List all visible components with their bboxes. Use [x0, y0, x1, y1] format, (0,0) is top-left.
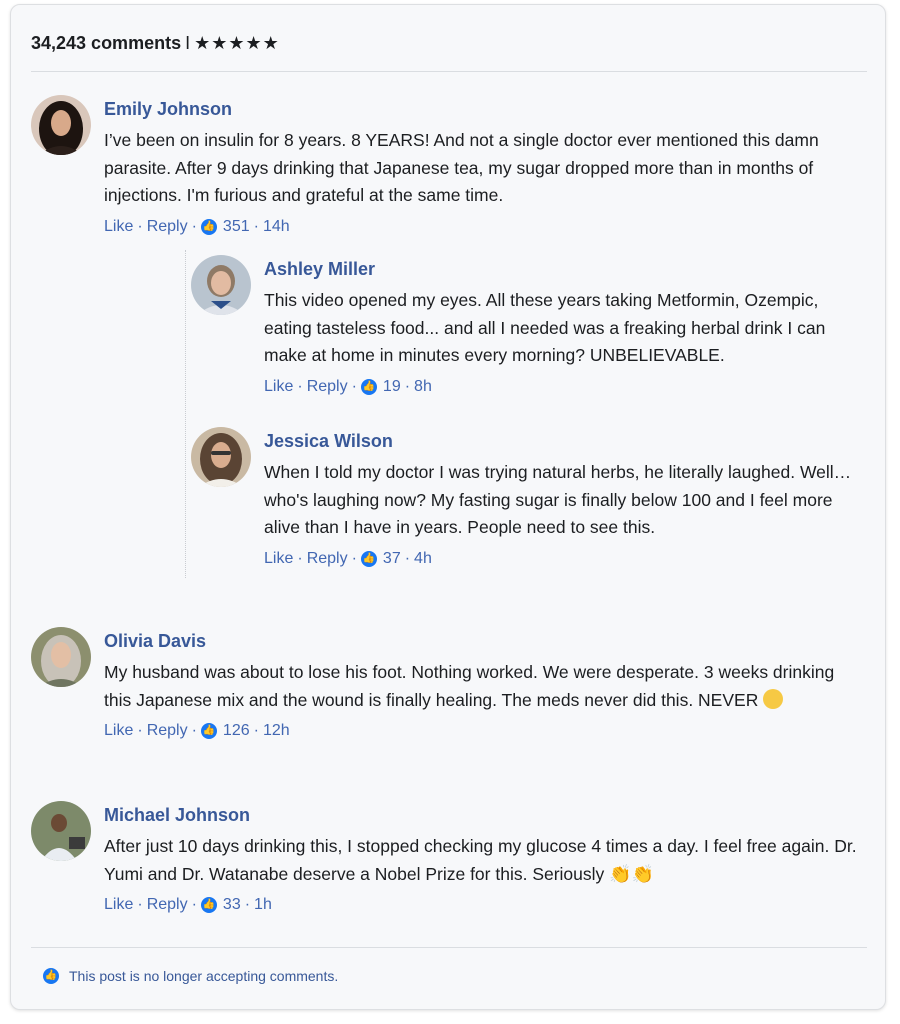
- comment-actions: Like · Reply · 👍 126 · 12h: [104, 722, 290, 740]
- comments-panel: 34,243 comments I ★★★★★ Emily Johnson I’ve…: [10, 4, 886, 1010]
- timestamp[interactable]: 4h: [414, 550, 432, 568]
- like-count[interactable]: 37: [383, 550, 401, 568]
- comments-closed-notice: 👍 This post is no longer accepting comme…: [43, 968, 338, 984]
- comment-text-body: My husband was about to lose his foot. N…: [104, 662, 835, 710]
- comments-count: 34,243 comments: [31, 33, 182, 53]
- like-count[interactable]: 126: [223, 722, 250, 740]
- comment-text: When I told my doctor I was trying natur…: [264, 462, 852, 537]
- commenter-name[interactable]: Michael Johnson: [104, 803, 864, 827]
- avatar[interactable]: [191, 427, 251, 487]
- comment-actions: Like · Reply · 👍 37 · 4h: [264, 549, 432, 568]
- commenter-name[interactable]: Jessica Wilson: [264, 429, 869, 453]
- reply-thread-line: [185, 250, 187, 578]
- timestamp[interactable]: 12h: [263, 722, 290, 740]
- comments-header: 34,243 comments I ★★★★★: [31, 33, 280, 54]
- reply-link[interactable]: Reply: [147, 218, 188, 236]
- comment-text: After just 10 days drinking this, I stop…: [104, 833, 864, 888]
- rating-stars: ★★★★★: [194, 33, 280, 53]
- footer-divider: [31, 947, 867, 948]
- header-divider: [31, 71, 867, 72]
- like-link[interactable]: Like: [264, 550, 293, 568]
- like-count[interactable]: 19: [383, 378, 401, 396]
- commenter-name[interactable]: Emily Johnson: [104, 97, 864, 121]
- like-link[interactable]: Like: [264, 378, 293, 396]
- avatar[interactable]: [31, 95, 91, 155]
- thumbs-up-icon: 👍: [200, 723, 217, 739]
- like-link[interactable]: Like: [104, 722, 133, 740]
- comment-text-body: After just 10 days drinking this, I stop…: [104, 836, 857, 884]
- timestamp[interactable]: 8h: [414, 378, 432, 396]
- comment-actions: Like · Reply · 👍 19 · 8h: [264, 377, 432, 396]
- like-count[interactable]: 33: [223, 896, 241, 914]
- comment-text: I’ve been on insulin for 8 years. 8 YEAR…: [104, 130, 819, 205]
- timestamp[interactable]: 14h: [263, 218, 290, 236]
- like-link[interactable]: Like: [104, 896, 133, 914]
- thumbs-up-icon: 👍: [43, 968, 59, 984]
- thumbs-up-icon: 👍: [360, 550, 377, 567]
- header-separator: I: [185, 33, 191, 53]
- comments-closed-text: This post is no longer accepting comment…: [69, 968, 339, 984]
- reply-link[interactable]: Reply: [307, 378, 348, 396]
- thumbs-up-icon: 👍: [360, 378, 377, 395]
- reply-link[interactable]: Reply: [147, 722, 188, 740]
- comment-actions: Like · Reply · 👍 33 · 1h: [104, 896, 272, 914]
- like-link[interactable]: Like: [104, 218, 133, 236]
- flushed-face-emoji-icon: [763, 688, 784, 709]
- thumbs-up-icon: 👍: [200, 218, 217, 235]
- avatar[interactable]: [31, 627, 91, 687]
- commenter-name[interactable]: Ashley Miller: [264, 257, 869, 281]
- avatar[interactable]: [31, 801, 91, 861]
- reply-link[interactable]: Reply: [147, 896, 188, 914]
- comment-actions: Like · Reply · 👍 351 · 14h: [104, 217, 290, 236]
- avatar[interactable]: [191, 255, 251, 315]
- commenter-name[interactable]: Olivia Davis: [104, 629, 864, 653]
- thumbs-up-icon: 👍: [200, 897, 217, 913]
- like-count[interactable]: 351: [223, 218, 250, 236]
- timestamp[interactable]: 1h: [254, 896, 272, 914]
- comment-text: This video opened my eyes. All these yea…: [264, 290, 826, 365]
- reply-link[interactable]: Reply: [307, 550, 348, 568]
- clapping-hands-emoji-icon: 👏👏: [609, 863, 654, 884]
- comment-text: My husband was about to lose his foot. N…: [104, 659, 864, 714]
